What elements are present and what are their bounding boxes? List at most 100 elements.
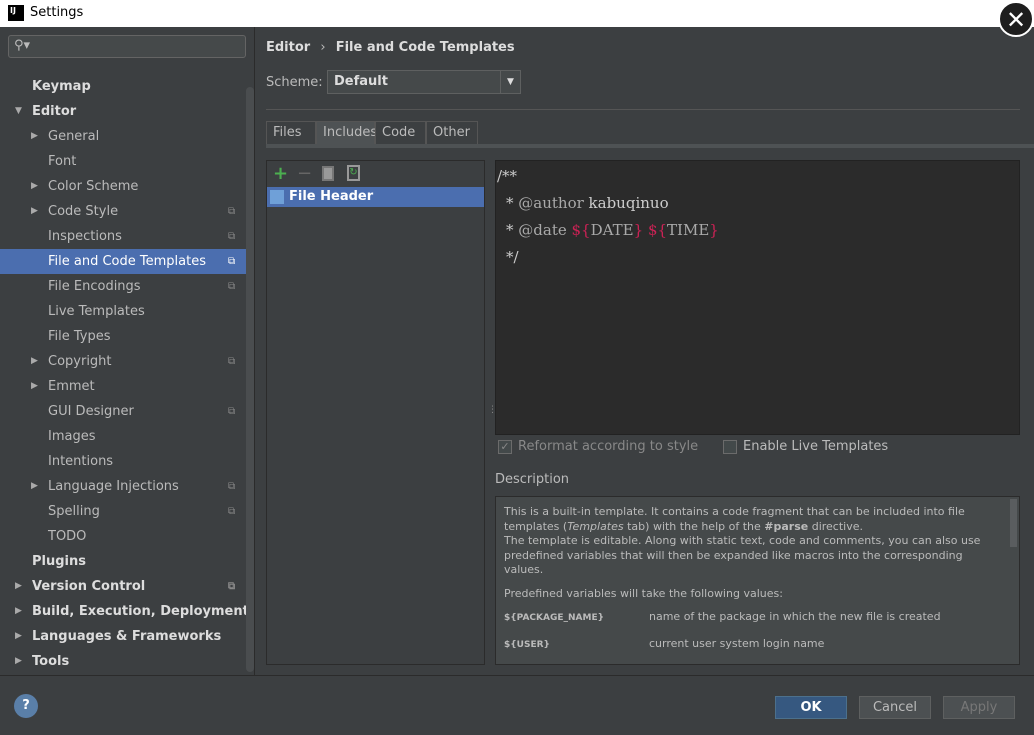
code-var-delim: } bbox=[633, 221, 644, 239]
chevron-right-icon[interactable]: ▶ bbox=[31, 374, 38, 399]
chevron-right-icon[interactable]: ▶ bbox=[15, 599, 22, 624]
cancel-button[interactable]: Cancel bbox=[859, 696, 931, 719]
reformat-label: Reformat according to style bbox=[518, 439, 699, 454]
chevron-right-icon[interactable]: ▶ bbox=[15, 649, 22, 674]
sidebar-item-file-and-code-templates[interactable]: File and Code Templates ⧉ bbox=[0, 249, 254, 274]
page-title: File and Code Templates bbox=[335, 40, 515, 55]
settings-sidebar: ⚲▾ Keymap ▼ Editor ▶ General Font ▶ Color Schem… bbox=[0, 27, 255, 675]
sidebar-item-spelling[interactable]: Spelling ⧉ bbox=[0, 499, 254, 524]
description-panel: This is a built-in template. It contains… bbox=[495, 496, 1020, 665]
tab-files[interactable]: Files bbox=[266, 121, 316, 145]
sidebar-item-label: Spelling bbox=[48, 504, 100, 519]
description-scrollbar[interactable] bbox=[1010, 499, 1017, 547]
list-item[interactable]: File Header bbox=[267, 187, 484, 207]
project-settings-icon: ⧉ bbox=[228, 581, 236, 592]
sidebar-item-intentions[interactable]: Intentions bbox=[0, 449, 254, 474]
project-settings-icon: ⧉ bbox=[228, 231, 236, 242]
chevron-right-icon[interactable]: ▶ bbox=[31, 199, 38, 224]
remove-icon[interactable]: − bbox=[297, 163, 312, 184]
code-text: * bbox=[506, 194, 519, 212]
help-button[interactable]: ? bbox=[14, 694, 38, 718]
code-tag: @date bbox=[518, 221, 567, 239]
ok-button[interactable]: OK bbox=[775, 696, 847, 719]
breadcrumb-separator: › bbox=[320, 40, 326, 55]
scheme-dropdown[interactable]: Default ▼ bbox=[327, 70, 521, 94]
project-settings-icon: ⧉ bbox=[228, 256, 236, 267]
window-title: Settings bbox=[30, 5, 84, 20]
chevron-right-icon[interactable]: ▶ bbox=[15, 574, 22, 599]
variable-name: ${PACKAGE_NAME} bbox=[504, 613, 604, 623]
sidebar-item-label: Plugins bbox=[32, 554, 86, 569]
apply-button[interactable]: Apply bbox=[943, 696, 1015, 719]
sidebar-item-label: Language Injections bbox=[48, 479, 179, 494]
sidebar-item-general[interactable]: ▶ General bbox=[0, 124, 254, 149]
chevron-down-icon: ▼ bbox=[500, 71, 520, 93]
sidebar-item-emmet[interactable]: ▶ Emmet bbox=[0, 374, 254, 399]
sidebar-item-file-types[interactable]: File Types bbox=[0, 324, 254, 349]
sidebar-item-label: Tools bbox=[32, 654, 70, 669]
project-settings-icon: ⧉ bbox=[228, 481, 236, 492]
sidebar-item-inspections[interactable]: Inspections ⧉ bbox=[0, 224, 254, 249]
sidebar-item-version-control[interactable]: ▶ Version Control ⧉ bbox=[0, 574, 254, 599]
sidebar-item-label: File Encodings bbox=[48, 279, 141, 294]
scheme-value: Default bbox=[334, 74, 388, 89]
chevron-right-icon[interactable]: ▶ bbox=[31, 474, 38, 499]
sidebar-item-gui-designer[interactable]: GUI Designer ⧉ bbox=[0, 399, 254, 424]
chevron-right-icon[interactable]: ▶ bbox=[15, 624, 22, 649]
sidebar-item-build-execution-deployment[interactable]: ▶ Build, Execution, Deployment bbox=[0, 599, 254, 624]
sidebar-item-live-templates[interactable]: Live Templates bbox=[0, 299, 254, 324]
sidebar-item-editor[interactable]: ▼ Editor bbox=[0, 99, 254, 124]
sidebar-item-font[interactable]: Font bbox=[0, 149, 254, 174]
description-text: This is a built-in template. It contains… bbox=[504, 505, 981, 534]
reformat-checkbox[interactable]: ✓ bbox=[498, 440, 512, 454]
code-tag: @author bbox=[518, 194, 584, 212]
sidebar-item-tools[interactable]: ▶ Tools bbox=[0, 649, 254, 674]
sidebar-item-label: Emmet bbox=[48, 379, 95, 394]
live-templates-checkbox[interactable] bbox=[723, 440, 737, 454]
sidebar-item-label: Color Scheme bbox=[48, 179, 139, 194]
chevron-down-icon[interactable]: ▼ bbox=[15, 99, 22, 124]
copy-icon[interactable] bbox=[322, 166, 334, 181]
sidebar-scrollbar[interactable] bbox=[246, 87, 254, 672]
sidebar-item-label: Intentions bbox=[48, 454, 114, 469]
sidebar-item-color-scheme[interactable]: ▶ Color Scheme bbox=[0, 174, 254, 199]
code-line: /** bbox=[497, 167, 518, 185]
sidebar-item-copyright[interactable]: ▶ Copyright ⧉ bbox=[0, 349, 254, 374]
template-editor[interactable]: /** * @author kabuqinuo * @date ${DATE} … bbox=[495, 160, 1020, 435]
search-icon: ⚲▾ bbox=[14, 38, 31, 53]
app-icon: IJ bbox=[8, 5, 24, 21]
code-text: kabuqinuo bbox=[583, 194, 669, 212]
sidebar-item-label: Build, Execution, Deployment bbox=[32, 604, 249, 619]
sidebar-item-language-injections[interactable]: ▶ Language Injections ⧉ bbox=[0, 474, 254, 499]
sidebar-item-languages-frameworks[interactable]: ▶ Languages & Frameworks bbox=[0, 624, 254, 649]
button-bar: ? OK Cancel Apply bbox=[0, 675, 1034, 735]
variable-row: ${USER} current user system login name bbox=[504, 637, 981, 653]
chevron-right-icon[interactable]: ▶ bbox=[31, 349, 38, 374]
sidebar-item-file-encodings[interactable]: File Encodings ⧉ bbox=[0, 274, 254, 299]
chevron-right-icon[interactable]: ▶ bbox=[31, 174, 38, 199]
reset-icon[interactable]: ↻ bbox=[347, 165, 360, 181]
sidebar-item-label: GUI Designer bbox=[48, 404, 134, 419]
file-icon bbox=[270, 190, 284, 204]
sidebar-item-label: File and Code Templates bbox=[48, 254, 206, 269]
sidebar-item-plugins[interactable]: Plugins bbox=[0, 549, 254, 574]
sidebar-item-code-style[interactable]: ▶ Code Style ⧉ bbox=[0, 199, 254, 224]
tab-code[interactable]: Code bbox=[375, 121, 426, 145]
tab-other[interactable]: Other bbox=[426, 121, 478, 145]
sidebar-item-label: Live Templates bbox=[48, 304, 145, 319]
divider bbox=[266, 109, 1020, 110]
search-input[interactable]: ⚲▾ bbox=[8, 35, 246, 58]
sidebar-item-images[interactable]: Images bbox=[0, 424, 254, 449]
list-item-label: File Header bbox=[289, 189, 374, 204]
sidebar-item-todo[interactable]: TODO bbox=[0, 524, 254, 549]
chevron-right-icon[interactable]: ▶ bbox=[31, 124, 38, 149]
sidebar-item-label: TODO bbox=[48, 529, 87, 544]
sidebar-item-label: Images bbox=[48, 429, 96, 444]
tab-includes[interactable]: Includes bbox=[316, 121, 377, 145]
sidebar-item-keymap[interactable]: Keymap bbox=[0, 74, 254, 99]
add-icon[interactable]: + bbox=[273, 163, 288, 184]
variable-desc: name of the package in which the new fil… bbox=[649, 610, 941, 623]
description-text: The template is editable. Along with sta… bbox=[504, 534, 981, 576]
code-var: TIME bbox=[667, 221, 710, 239]
scheme-label: Scheme: bbox=[266, 75, 323, 90]
